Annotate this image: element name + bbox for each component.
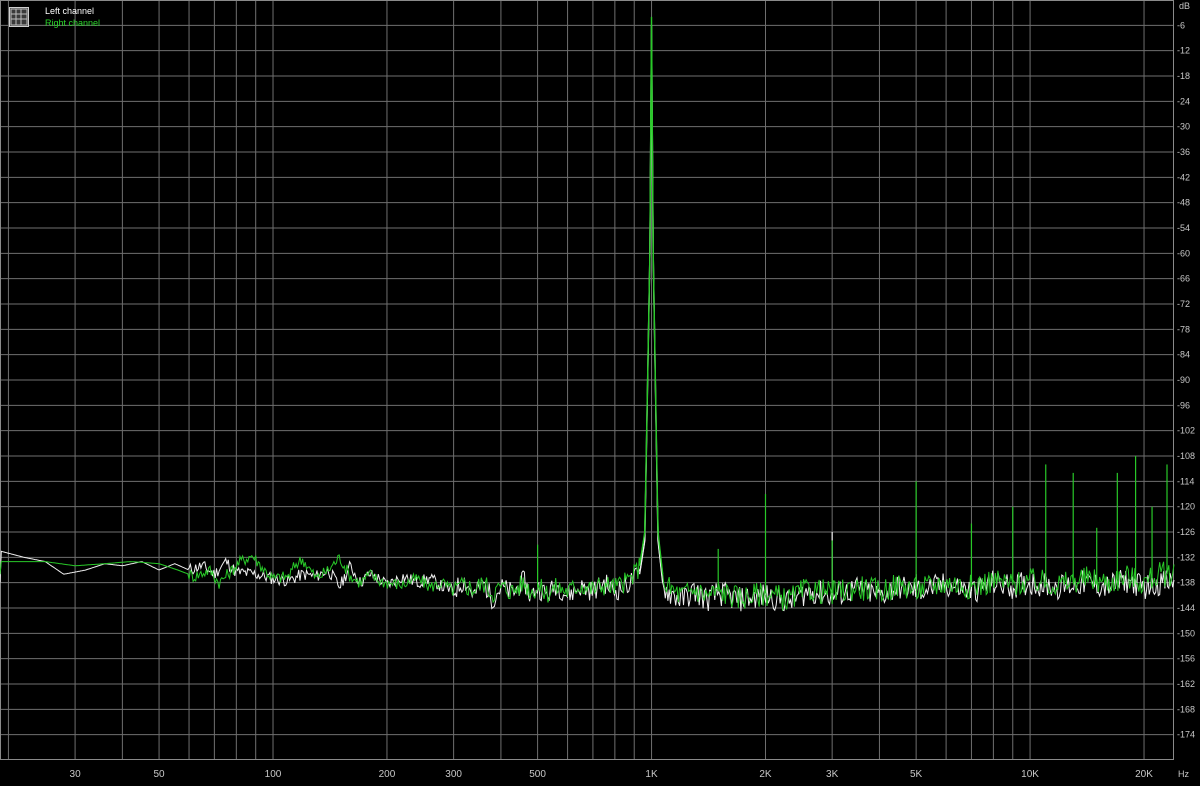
y-tick-label: -168 [1177, 704, 1195, 714]
x-tick-label: 5K [910, 769, 923, 780]
x-tick-label: 2K [759, 769, 772, 780]
y-tick-label: -54 [1177, 223, 1190, 233]
y-tick-label: -72 [1177, 299, 1190, 309]
x-tick-label: 50 [154, 769, 166, 780]
x-tick-label: 30 [70, 769, 82, 780]
y-tick-label: -126 [1177, 527, 1195, 537]
y-tick-label: -18 [1177, 71, 1190, 81]
y-tick-label: -132 [1177, 552, 1195, 562]
y-tick-label: -42 [1177, 172, 1190, 182]
x-tick-label: 10K [1021, 769, 1039, 780]
y-tick-label: -150 [1177, 628, 1195, 638]
y-tick-label: -84 [1177, 350, 1190, 360]
y-tick-label: -48 [1177, 198, 1190, 208]
y-tick-label: -162 [1177, 679, 1195, 689]
y-tick-label: -156 [1177, 654, 1195, 664]
legend-grid-icon[interactable] [9, 7, 29, 27]
x-tick-label: 300 [445, 769, 462, 780]
y-unit-label: dB [1179, 1, 1190, 11]
x-tick-label: 200 [379, 769, 396, 780]
x-unit-label: Hz [1178, 769, 1189, 779]
y-tick-label: -114 [1177, 476, 1194, 486]
y-tick-label: -60 [1177, 248, 1190, 258]
legend-left-channel: Left channel [45, 6, 95, 16]
y-tick-label: -66 [1177, 274, 1190, 284]
y-tick-label: -24 [1177, 96, 1190, 106]
x-tick-label: 20K [1135, 769, 1153, 780]
y-tick-label: -30 [1177, 122, 1190, 132]
y-tick-label: -78 [1177, 324, 1190, 334]
x-tick-label: 500 [529, 769, 546, 780]
y-tick-label: -144 [1177, 603, 1195, 613]
y-tick-label: -90 [1177, 375, 1190, 385]
x-tick-label: 3K [826, 769, 839, 780]
y-tick-label: -138 [1177, 578, 1195, 588]
y-tick-label: -6 [1177, 20, 1185, 30]
legend-labels: Left channel Right channel [45, 5, 100, 29]
y-tick-label: -174 [1177, 730, 1195, 740]
legend-right-channel: Right channel [45, 18, 101, 28]
x-tick-label: 1K [645, 769, 658, 780]
y-tick-label: -36 [1177, 147, 1190, 157]
x-tick-label: 100 [265, 769, 282, 780]
y-tick-label: -108 [1177, 451, 1195, 461]
plot-background [0, 0, 1200, 786]
y-tick-label: -96 [1177, 400, 1190, 410]
spectrum-plot: -6 -12 -18 -24 -30 -36 -42 -48 -54 -60 -66 -72 -78 -8… [0, 0, 1200, 786]
y-tick-label: -102 [1177, 426, 1195, 436]
y-tick-label: -120 [1177, 502, 1195, 512]
y-tick-label: -12 [1177, 46, 1190, 56]
